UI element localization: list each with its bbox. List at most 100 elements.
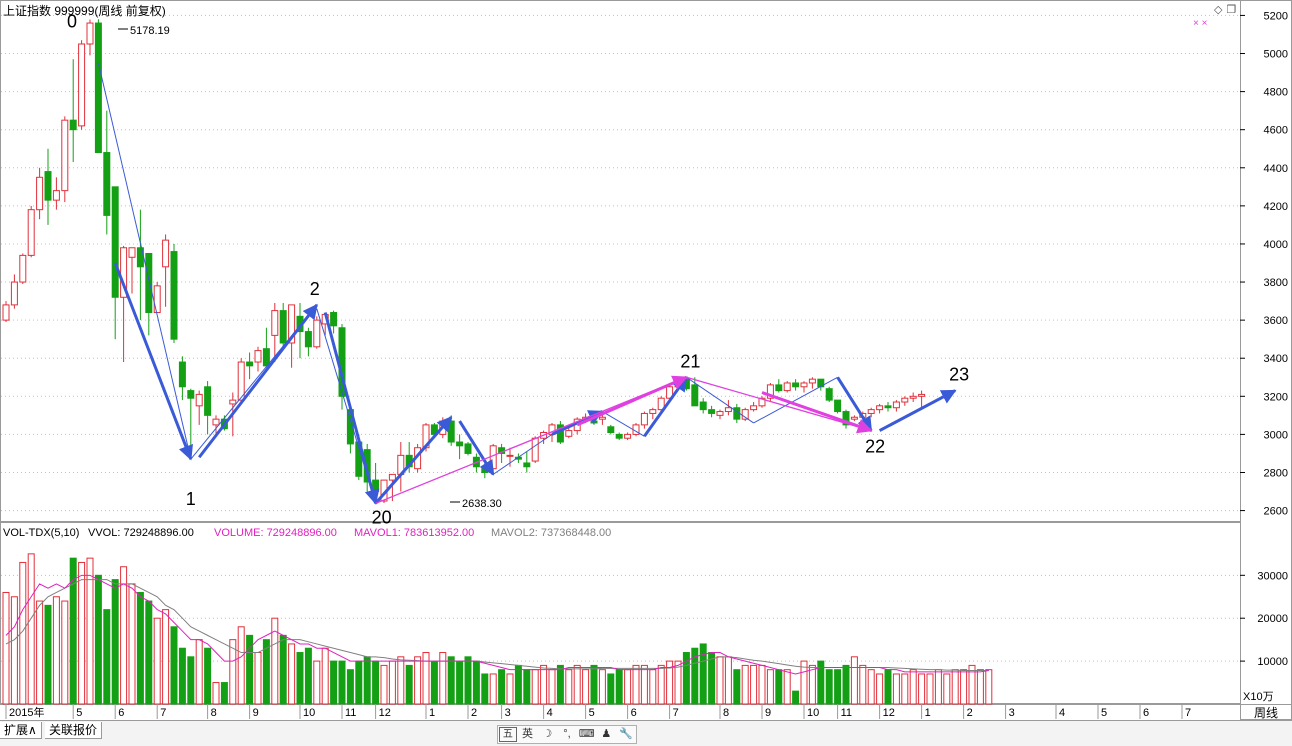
volume-bar[interactable] [456, 660, 464, 705]
volume-bar[interactable] [439, 652, 447, 705]
candle[interactable] [884, 402, 892, 412]
volume-bar[interactable] [397, 656, 405, 705]
volume-bar[interactable] [506, 673, 514, 705]
candle[interactable] [128, 247, 136, 294]
candle[interactable] [262, 327, 270, 368]
volume-bar[interactable] [531, 669, 539, 705]
candle[interactable] [892, 400, 900, 412]
candle[interactable] [615, 432, 623, 441]
candle[interactable] [573, 417, 581, 435]
candle[interactable] [464, 442, 472, 456]
volume-bar[interactable] [590, 664, 598, 705]
volume-bar[interactable] [951, 669, 959, 705]
volume-bar[interactable] [237, 626, 245, 705]
candle[interactable] [120, 245, 128, 363]
volume-bar[interactable] [405, 664, 413, 705]
volume-bar[interactable] [850, 656, 858, 705]
candle[interactable] [876, 403, 884, 414]
volume-bar[interactable] [279, 634, 287, 705]
candle[interactable] [36, 167, 44, 220]
volume-bars[interactable] [2, 553, 993, 705]
candle[interactable] [531, 436, 539, 463]
volume-bar[interactable] [489, 673, 497, 705]
volume-bar[interactable] [985, 669, 993, 705]
volume-bar[interactable] [842, 664, 850, 705]
volume-bar[interactable] [565, 669, 573, 705]
candle[interactable] [313, 316, 321, 349]
volume-bar[interactable] [36, 600, 44, 705]
volume-bar[interactable] [548, 669, 556, 705]
candle[interactable] [640, 411, 648, 429]
period-label[interactable]: 周线 [1254, 706, 1278, 720]
volume-bar[interactable] [523, 669, 531, 705]
volume-bar[interactable] [708, 652, 716, 705]
toolbar-five-button[interactable]: 五 [498, 727, 517, 742]
volume-bar[interactable] [346, 669, 354, 705]
volume-bar[interactable] [430, 660, 438, 705]
volume-bar[interactable] [363, 656, 371, 705]
volume-bar[interactable] [934, 669, 942, 705]
user-icon[interactable]: ♟ [597, 727, 615, 742]
candle[interactable] [254, 346, 262, 372]
toolbar-english-button[interactable]: 英 [519, 727, 537, 742]
candle[interactable] [607, 424, 615, 435]
candle[interactable] [834, 399, 842, 414]
candle[interactable] [2, 301, 10, 323]
volume-bar[interactable] [540, 664, 548, 705]
candle[interactable] [27, 205, 35, 258]
candle[interactable] [162, 234, 170, 307]
candle[interactable] [909, 392, 917, 403]
volume-bar[interactable] [657, 664, 665, 705]
volume-bar[interactable] [254, 652, 262, 705]
volume-bar[interactable] [598, 669, 606, 705]
volume-bar[interactable] [750, 664, 758, 705]
volume-bar[interactable] [758, 664, 766, 705]
volume-bar[interactable] [27, 553, 35, 705]
volume-bar[interactable] [372, 660, 380, 705]
candle[interactable] [86, 19, 94, 56]
volume-bar[interactable] [10, 596, 18, 705]
candle[interactable] [187, 388, 195, 456]
candle[interactable] [170, 243, 178, 343]
volume-bar[interactable] [153, 617, 161, 705]
volume-bar[interactable] [330, 660, 338, 705]
candle[interactable] [766, 382, 774, 403]
volume-bar[interactable] [834, 669, 842, 705]
volume-bar[interactable] [640, 664, 648, 705]
candle[interactable] [808, 377, 816, 389]
volume-bar[interactable] [61, 600, 69, 705]
volume-bar[interactable] [514, 664, 522, 705]
volume-bar[interactable] [321, 647, 329, 705]
candle[interactable] [94, 19, 102, 154]
volume-bar[interactable] [128, 583, 136, 705]
volume-bar[interactable] [464, 656, 472, 705]
candle[interactable] [489, 443, 497, 473]
keyboard-icon[interactable]: ⌨ [578, 727, 596, 742]
volume-bar[interactable] [162, 609, 170, 705]
candle[interactable] [842, 409, 850, 429]
volume-bar[interactable] [498, 669, 506, 705]
volume-bar[interactable] [976, 669, 984, 705]
volume-bar[interactable] [380, 664, 388, 705]
volume-bar[interactable] [968, 664, 976, 705]
candle[interactable] [246, 352, 254, 380]
candle[interactable] [775, 379, 783, 393]
volume-bar[interactable] [111, 579, 119, 705]
volume-bar[interactable] [195, 639, 203, 705]
stock-chart[interactable]: 2600 2800 3000 3200 3400 3600 3800 4000 4200 4400… [0, 0, 1292, 720]
candle[interactable] [800, 381, 808, 393]
volume-bar[interactable] [296, 652, 304, 705]
volume-bar[interactable] [573, 664, 581, 705]
candle[interactable] [783, 381, 791, 393]
volume-bar[interactable] [338, 660, 346, 705]
candle[interactable] [750, 402, 758, 412]
volume-bar[interactable] [892, 673, 900, 705]
volume-bar[interactable] [901, 673, 909, 705]
candle[interactable] [136, 209, 144, 321]
volume-bar[interactable] [724, 656, 732, 705]
volume-bar[interactable] [926, 673, 934, 705]
candle[interactable] [61, 116, 69, 203]
candle[interactable] [708, 405, 716, 418]
candle[interactable] [279, 302, 287, 347]
candle[interactable] [195, 390, 203, 425]
